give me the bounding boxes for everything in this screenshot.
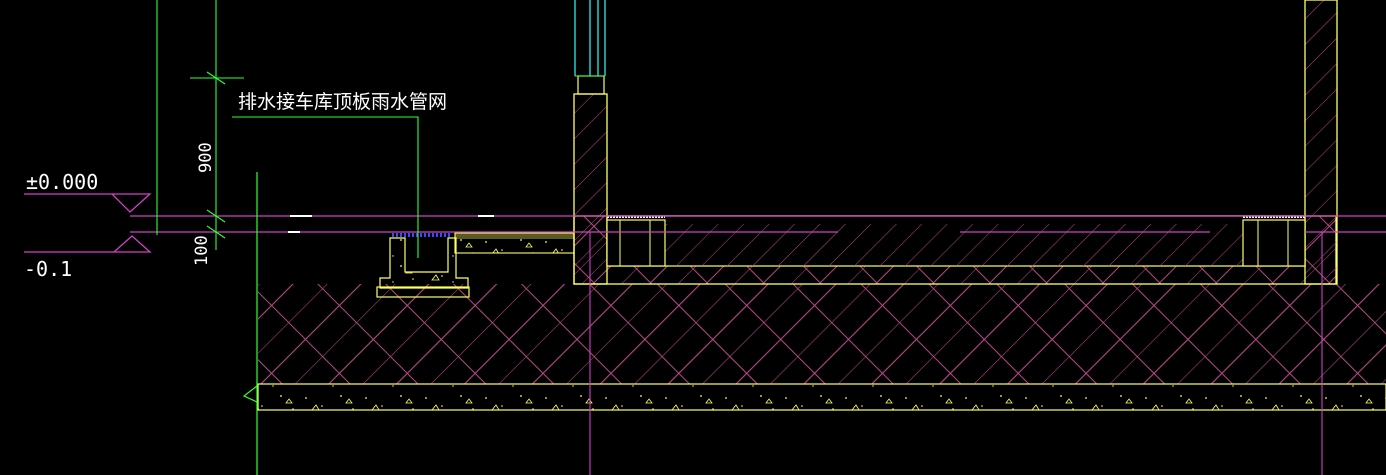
elevation-bottom-label: -0.1 xyxy=(24,257,72,281)
note-label: 排水接车库顶板雨水管网 xyxy=(238,91,447,113)
dimension-100-label: 100 xyxy=(192,235,212,266)
pedestal-left xyxy=(606,219,666,267)
ground-hatch xyxy=(258,284,1386,384)
roof-slab-inner-hatch xyxy=(665,224,1243,266)
green-break-mark xyxy=(242,385,258,403)
right-wall xyxy=(1304,0,1338,285)
leader-line xyxy=(232,116,419,258)
left-wall-cap xyxy=(577,75,605,95)
concrete-slab xyxy=(257,383,1386,411)
elevation-top-label: ±0.000 xyxy=(26,170,98,194)
elevation-marker-top xyxy=(24,193,152,213)
pedestal-right xyxy=(1242,219,1306,267)
drain-trench xyxy=(379,237,469,289)
pavement-top xyxy=(455,233,574,239)
dimension-900-label: 900 xyxy=(196,142,216,173)
elevation-marker-bottom xyxy=(24,235,152,253)
cad-section-drawing: 排水接车库顶板雨水管网 ±0.000 -0.1 900 100 xyxy=(24,0,1386,475)
